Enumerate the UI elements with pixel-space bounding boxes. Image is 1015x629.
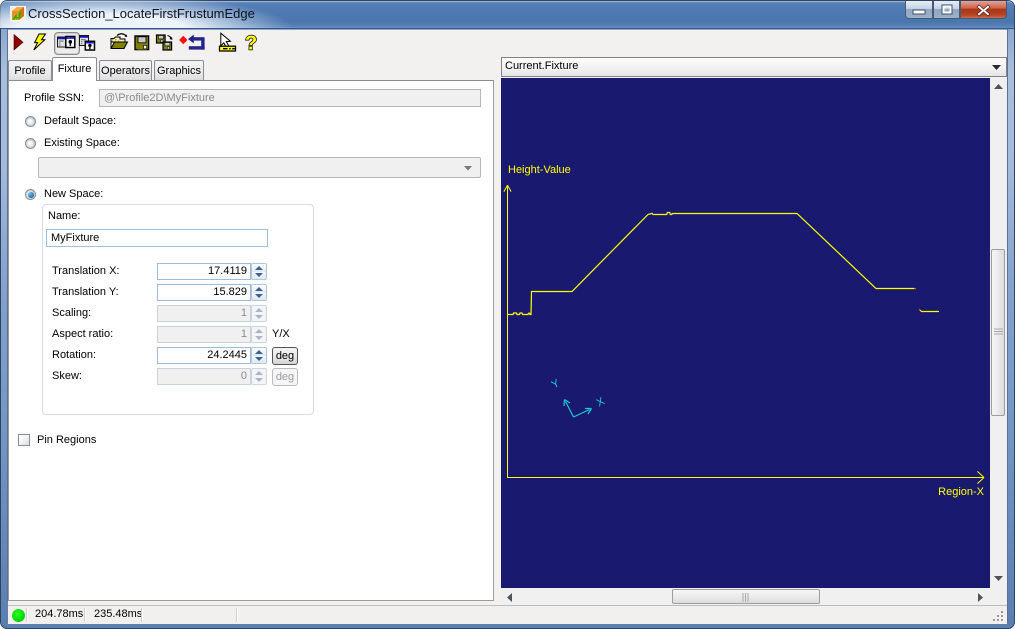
svg-text:Region-X: Region-X [938,486,985,498]
svg-text:Height-Value: Height-Value [508,164,571,176]
svg-text:X: X [595,395,608,409]
svg-text:Y: Y [550,377,563,391]
svg-text:?: ? [245,33,257,55]
